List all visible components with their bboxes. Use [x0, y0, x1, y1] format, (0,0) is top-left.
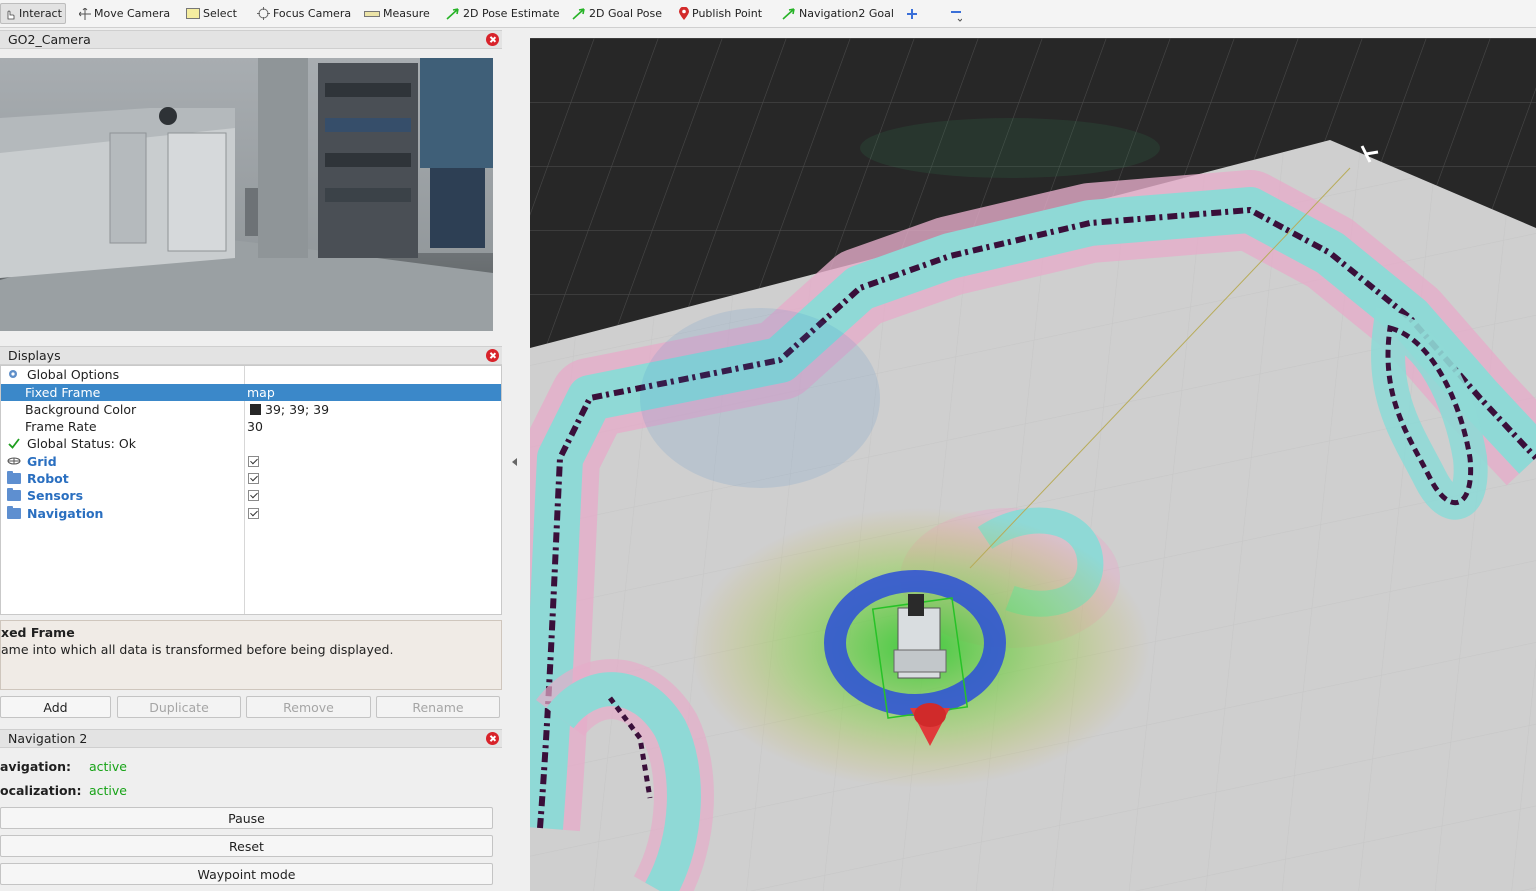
color-swatch[interactable] — [250, 404, 261, 415]
tree-row-grid[interactable]: Grid — [1, 453, 501, 470]
select-tool[interactable]: Select — [183, 3, 240, 24]
close-icon[interactable] — [486, 732, 499, 745]
tool-toolbar: Interact Move Camera Select Focus Camera… — [0, 0, 1536, 28]
goal-pose-tool[interactable]: 2D Goal Pose — [569, 3, 665, 24]
displays-panel-header: Displays — [0, 346, 502, 365]
tree-row-background-color[interactable]: Background Color 39; 39; 39 — [1, 401, 501, 418]
duplicate-button[interactable]: Duplicate — [117, 696, 241, 718]
green-arrow-icon — [446, 7, 459, 20]
tree-row-robot[interactable]: Robot — [1, 470, 501, 487]
folder-icon — [7, 488, 21, 501]
displays-tree: Global Options Fixed Frame map Backgroun… — [0, 365, 502, 615]
gear-icon — [9, 370, 17, 378]
tree-row-navigation[interactable]: Navigation — [1, 505, 501, 522]
help-text: ame into which all data is transformed b… — [1, 642, 394, 657]
navigation-label: Navigation — [27, 506, 104, 521]
grid-checkbox[interactable] — [248, 456, 259, 467]
property-help: xed Frame ame into which all data is tra… — [0, 620, 502, 690]
move-camera-tool[interactable]: Move Camera — [76, 3, 173, 24]
grid-icon — [7, 457, 21, 465]
green-arrow-icon — [782, 7, 795, 20]
green-arrow-icon — [572, 7, 585, 20]
frame-rate-value[interactable]: 30 — [247, 419, 263, 434]
tree-row-global-status[interactable]: Global Status: Ok — [1, 435, 501, 452]
robot-label: Robot — [27, 471, 69, 486]
pose-estimate-label: 2D Pose Estimate — [463, 7, 560, 20]
pose-estimate-tool[interactable]: 2D Pose Estimate — [443, 3, 563, 24]
frame-rate-label: Frame Rate — [25, 419, 97, 434]
publish-point-label: Publish Point — [692, 7, 763, 20]
plus-icon — [907, 8, 917, 19]
tree-row-fixed-frame[interactable]: Fixed Frame map — [1, 384, 501, 401]
close-icon[interactable] — [486, 349, 499, 362]
publish-point-tool[interactable]: Publish Point — [676, 3, 765, 24]
remove-button[interactable]: Remove — [246, 696, 371, 718]
navigation-checkbox[interactable] — [248, 508, 259, 519]
select-box-icon — [186, 8, 200, 19]
nav2-goal-tool[interactable]: Navigation2 Goal — [779, 3, 897, 24]
checkmark-icon — [8, 438, 20, 449]
interact-label: Interact — [19, 7, 62, 20]
measure-tool[interactable]: Measure — [361, 3, 433, 24]
3d-viewport[interactable] — [530, 38, 1536, 891]
minus-icon — [951, 10, 962, 22]
reset-button[interactable]: Reset — [0, 835, 493, 857]
global-options-label: Global Options — [27, 367, 120, 382]
move-arrows-icon — [79, 7, 91, 20]
background-color-label: Background Color — [25, 402, 137, 417]
displays-panel-title: Displays — [8, 348, 61, 363]
folder-icon — [7, 471, 21, 484]
measure-label: Measure — [383, 7, 430, 20]
tree-row-global-options[interactable]: Global Options — [1, 366, 501, 383]
map-render — [530, 38, 1536, 891]
nav2-panel-title: Navigation 2 — [8, 731, 88, 746]
fixed-frame-label: Fixed Frame — [25, 385, 101, 400]
camera-panel-title: GO2_Camera — [8, 32, 91, 47]
camera-image — [0, 58, 493, 331]
background-color-value[interactable]: 39; 39; 39 — [265, 402, 329, 417]
hand-pointer-icon — [7, 10, 15, 19]
navigation-status-label: avigation: — [0, 759, 71, 774]
close-icon[interactable] — [486, 33, 499, 46]
robot-checkbox[interactable] — [248, 473, 259, 484]
help-title: xed Frame — [1, 625, 75, 640]
add-button[interactable]: Add — [0, 696, 111, 718]
nav2-goal-label: Navigation2 Goal — [799, 7, 894, 20]
sensors-checkbox[interactable] — [248, 490, 259, 501]
remove-tool-button[interactable] — [947, 3, 965, 24]
camera-panel-header: GO2_Camera — [0, 30, 502, 49]
tree-row-frame-rate[interactable]: Frame Rate 30 — [1, 418, 501, 435]
rename-button[interactable]: Rename — [376, 696, 500, 718]
localization-status-label: ocalization: — [0, 783, 82, 798]
sensors-label: Sensors — [27, 488, 84, 503]
localization-status-value: active — [89, 783, 127, 798]
select-label: Select — [203, 7, 237, 20]
collapse-arrow-icon — [512, 458, 517, 466]
interact-tool[interactable]: Interact — [0, 3, 66, 24]
goal-pose-label: 2D Goal Pose — [589, 7, 662, 20]
global-status-label: Global Status: Ok — [27, 436, 136, 451]
nav2-panel-header: Navigation 2 — [0, 729, 502, 748]
focus-target-icon — [257, 7, 270, 20]
fixed-frame-value[interactable]: map — [247, 385, 275, 400]
move-camera-label: Move Camera — [94, 7, 171, 20]
add-tool-button[interactable] — [903, 3, 921, 24]
navigation-status-value: active — [89, 759, 127, 774]
waypoint-mode-button[interactable]: Waypoint mode — [0, 863, 493, 885]
focus-camera-label: Focus Camera — [273, 7, 352, 20]
grid-label: Grid — [27, 454, 57, 469]
panel-splitter[interactable] — [502, 28, 530, 891]
map-pin-icon — [679, 7, 689, 20]
focus-camera-tool[interactable]: Focus Camera — [254, 3, 354, 24]
folder-icon — [7, 506, 21, 519]
pause-button[interactable]: Pause — [0, 807, 493, 829]
tree-row-sensors[interactable]: Sensors — [1, 487, 501, 504]
ruler-icon — [364, 10, 380, 17]
